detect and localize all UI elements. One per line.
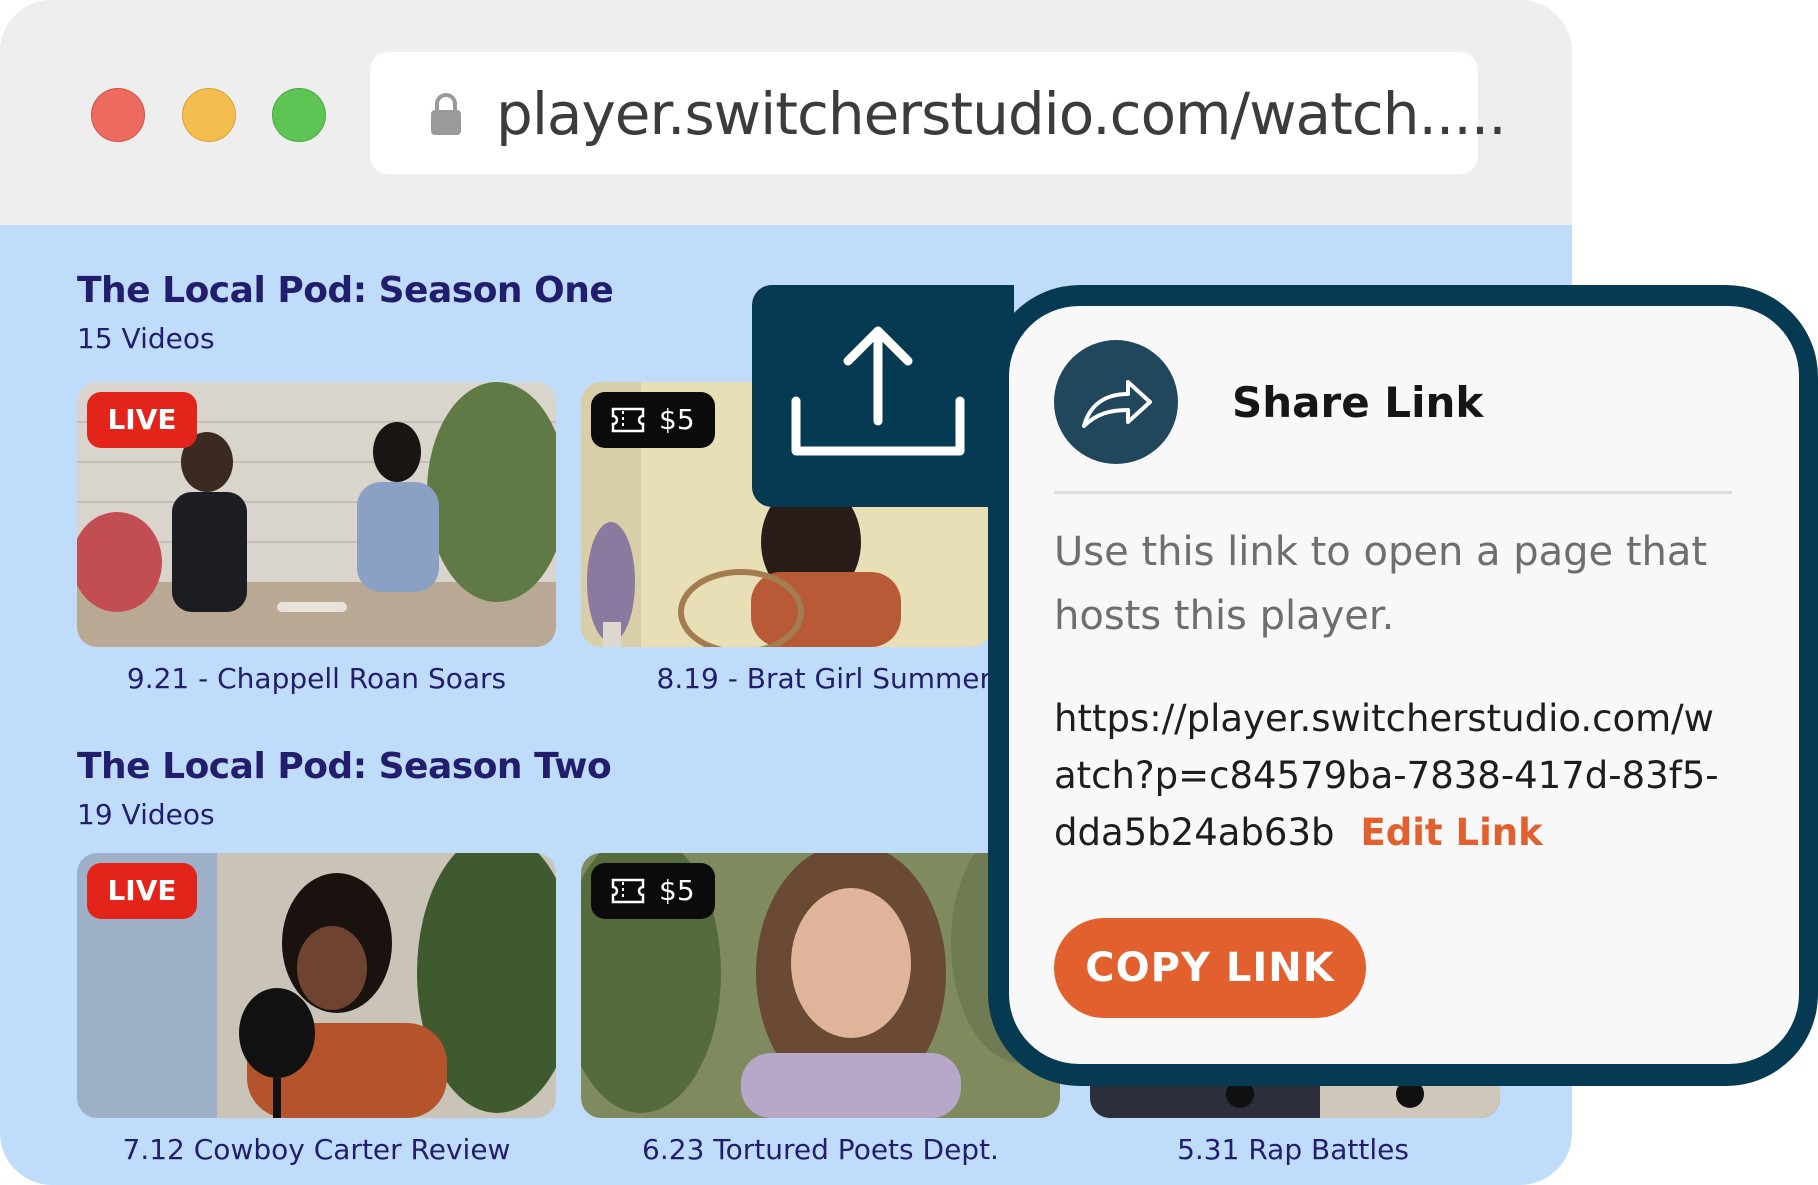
live-badge: LIVE [87, 863, 197, 919]
browser-chrome: player.switcherstudio.com/watch..... [0, 0, 1572, 225]
price-badge: $5 [591, 863, 715, 919]
ticket-icon [611, 878, 645, 904]
close-window-button[interactable] [91, 88, 145, 142]
upload-share-icon [791, 326, 965, 456]
video-caption[interactable]: 6.23 Tortured Poets Dept. [581, 1133, 1060, 1166]
copy-link-button[interactable]: COPY LINK [1054, 918, 1366, 1018]
edit-link-button[interactable]: Edit Link [1360, 811, 1542, 854]
share-description: Use this link to open a page that hosts … [1054, 529, 1708, 639]
share-url: https://player.switcherstudio.com/watch?… [1054, 690, 1734, 861]
price-badge: $5 [591, 392, 715, 448]
share-tab[interactable] [752, 285, 1014, 507]
video-caption[interactable]: 8.19 - Brat Girl Summer [581, 662, 991, 695]
maximize-window-button[interactable] [272, 88, 326, 142]
video-thumbnail[interactable]: LIVE [77, 853, 556, 1118]
live-badge: LIVE [87, 392, 197, 448]
url-text[interactable]: player.switcherstudio.com/watch..... [496, 80, 1507, 148]
section-count-season-one: 15 Videos [77, 322, 215, 355]
video-caption[interactable]: 5.31 Rap Battles [1088, 1133, 1498, 1166]
divider [1054, 491, 1732, 494]
section-count-season-two: 19 Videos [77, 798, 215, 831]
address-bar[interactable]: player.switcherstudio.com/watch..... [370, 52, 1507, 174]
section-title-season-two: The Local Pod: Season Two [77, 746, 612, 787]
price-label: $5 [659, 403, 695, 436]
minimize-window-button[interactable] [182, 88, 236, 142]
price-label: $5 [659, 874, 695, 907]
section-title-season-one: The Local Pod: Season One [77, 270, 614, 311]
video-caption[interactable]: 9.21 - Chappell Roan Soars [77, 662, 556, 695]
video-thumbnail[interactable]: LIVE [77, 382, 556, 647]
lock-icon [431, 93, 461, 135]
ticket-icon [611, 407, 645, 433]
share-arrow-icon [1054, 340, 1178, 464]
share-link-title: Share Link [1232, 378, 1484, 427]
video-caption[interactable]: 7.12 Cowboy Carter Review [77, 1133, 556, 1166]
